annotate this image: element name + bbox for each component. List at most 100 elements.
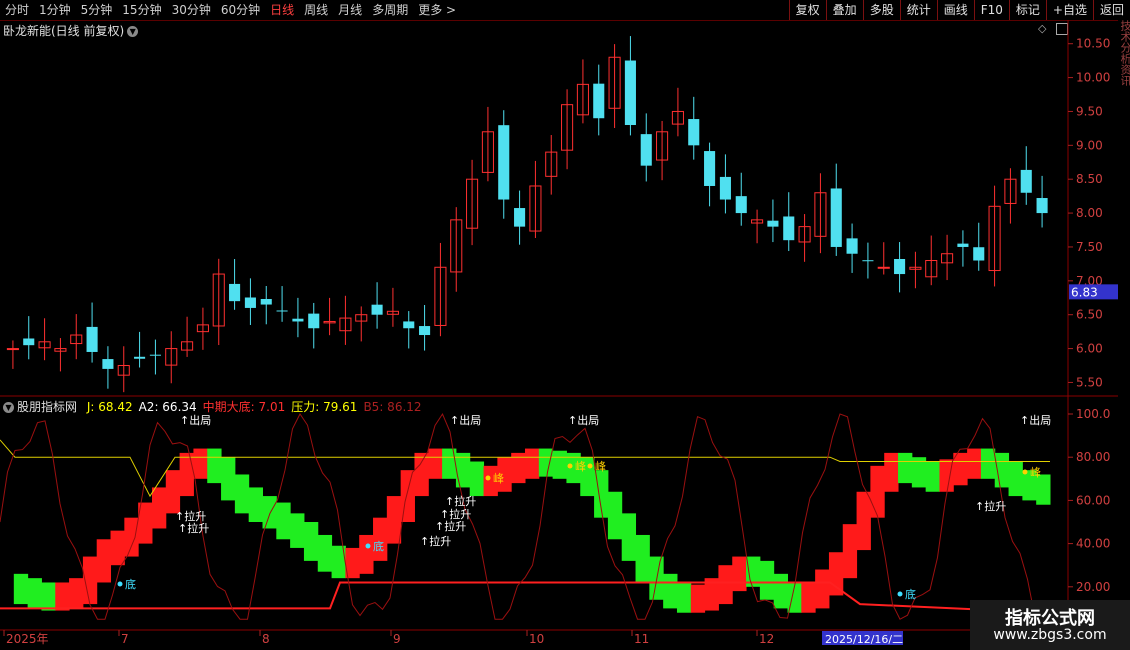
annotation-out-1: ↑出局 xyxy=(450,413,481,427)
ind-tick-label-2: 60.00 xyxy=(1076,493,1110,507)
candle-body-down xyxy=(957,243,969,247)
annotation-bottom-dot-1 xyxy=(365,543,371,549)
ribbon-bull xyxy=(124,517,139,557)
ribbon-bear xyxy=(635,534,650,583)
ribbon-bear xyxy=(262,496,277,529)
kline-chart[interactable]: 10.5010.009.509.008.508.007.507.006.506.… xyxy=(0,0,1130,650)
ribbon-bear xyxy=(317,534,333,572)
ribbon-bull xyxy=(165,470,181,514)
annotation-peak-dot-3 xyxy=(1022,469,1028,475)
ribbon-bull xyxy=(193,448,208,479)
annotation-peak-dot-0 xyxy=(485,475,491,481)
ribbon-bear xyxy=(290,513,305,548)
annotation-peak-dot-1 xyxy=(567,463,573,469)
ribbon-bear xyxy=(621,513,637,561)
ribbon-bear xyxy=(538,448,554,477)
annotation-bottom-1: 底 xyxy=(373,539,384,553)
ribbon-bull xyxy=(884,452,899,492)
ribbon-bear xyxy=(303,522,319,561)
ind-tick-label-4: 20.00 xyxy=(1076,580,1110,594)
current-price-label: 6.83 xyxy=(1071,285,1098,299)
ribbon-bull xyxy=(110,530,125,566)
date-label-2: 8 xyxy=(262,632,270,646)
ribbon-bear xyxy=(898,452,913,484)
ribbon-bear xyxy=(207,448,222,484)
ribbon-bear xyxy=(469,461,485,497)
ribbon-bear xyxy=(455,452,471,488)
candle-body-down xyxy=(260,298,272,305)
annotation-up-1: ↑拉升 xyxy=(178,521,209,535)
ribbon-bull xyxy=(967,448,982,479)
indicator-title: ▼ 股朋指标网 J: 68.42 A2: 66.34 中期大底: 7.01 压力: 79… xyxy=(3,398,434,415)
candle-body-down xyxy=(846,238,858,254)
candle-body-down xyxy=(419,326,431,336)
ind-tick-label-0: 100.0 xyxy=(1076,407,1110,421)
ribbon-bull xyxy=(359,534,374,574)
ind-tick-label-1: 80.00 xyxy=(1076,450,1110,464)
indicator-name: 股朋指标网 xyxy=(17,400,78,414)
date-label-4: 10 xyxy=(529,632,544,646)
candle-body-down xyxy=(292,318,304,322)
ribbon-bull xyxy=(718,565,733,605)
annotation-out-2: ↑出局 xyxy=(568,413,599,427)
ribbon-bull xyxy=(151,487,167,529)
ribbon-bear xyxy=(759,560,775,600)
candle-body-down xyxy=(23,338,35,346)
ribbon-bull xyxy=(386,496,402,544)
candle-body-down xyxy=(1036,198,1048,214)
ribbon-bear xyxy=(248,487,263,522)
ribbon-bear xyxy=(27,578,42,609)
date-label-6: 12 xyxy=(759,632,774,646)
indicator-value-4: B5: 86.12 xyxy=(363,400,422,414)
candle-body-up xyxy=(6,348,19,351)
indicator-value-1: A2: 66.34 xyxy=(138,400,197,414)
candle-body-down xyxy=(593,83,605,119)
ribbon-bear xyxy=(676,582,692,613)
ribbon-bear xyxy=(1008,461,1023,497)
candle-body-down xyxy=(830,188,842,247)
ribbon-bear xyxy=(221,457,236,501)
candle-body-down xyxy=(498,125,510,200)
ribbon-bear xyxy=(276,502,291,540)
ribbon-bull xyxy=(414,452,429,497)
annotation-bottom-0: 底 xyxy=(125,577,136,591)
ribbon-bull xyxy=(856,491,871,551)
annotation-bottom-2: 底 xyxy=(905,587,916,601)
ribbon-bull xyxy=(870,465,885,518)
ribbon-bull xyxy=(525,448,540,479)
ribbon-bear xyxy=(663,573,678,609)
ribbon-bull xyxy=(428,448,443,479)
annotation-up-2: ↑拉升 xyxy=(445,494,476,508)
candle-body-down xyxy=(86,326,98,352)
candle-body-down xyxy=(767,220,779,227)
ribbon-bear xyxy=(1036,474,1051,505)
price-tick-label-8: 6.50 xyxy=(1076,308,1103,322)
annotation-peak-0: 峰 xyxy=(493,472,504,485)
ribbon-bear xyxy=(980,448,996,479)
date-label-5: 11 xyxy=(634,632,649,646)
price-tick-label-3: 9.00 xyxy=(1076,138,1103,152)
price-tick-label-4: 8.50 xyxy=(1076,172,1103,186)
candle-body-down xyxy=(783,216,795,241)
ribbon-bear xyxy=(234,474,250,514)
ribbon-bull xyxy=(96,539,112,583)
ribbon-bull xyxy=(55,582,70,611)
watermark: 指标公式网 www.zbgs3.com xyxy=(970,600,1130,650)
annotation-bottom-dot-2 xyxy=(897,591,903,597)
ribbon-bear xyxy=(13,573,29,605)
price-tick-label-6: 7.50 xyxy=(1076,240,1103,254)
annotation-peak-1: 峰 xyxy=(575,460,586,473)
candle-body-down xyxy=(244,297,256,308)
candle-body-up xyxy=(877,266,890,269)
price-tick-label-1: 10.00 xyxy=(1076,71,1110,85)
date-label-0: 2025年 xyxy=(6,632,49,646)
ribbon-bull xyxy=(953,452,968,486)
candle-body-down xyxy=(134,356,146,359)
ribbon-bear xyxy=(925,461,940,492)
annotation-out-0: ↑出局 xyxy=(180,413,211,427)
candle-body-down xyxy=(308,313,320,329)
candle-body-down xyxy=(624,60,636,126)
chevron-down-icon[interactable]: ▼ xyxy=(3,402,14,413)
price-tick-label-9: 6.00 xyxy=(1076,342,1103,356)
candle-body-down xyxy=(640,134,652,166)
